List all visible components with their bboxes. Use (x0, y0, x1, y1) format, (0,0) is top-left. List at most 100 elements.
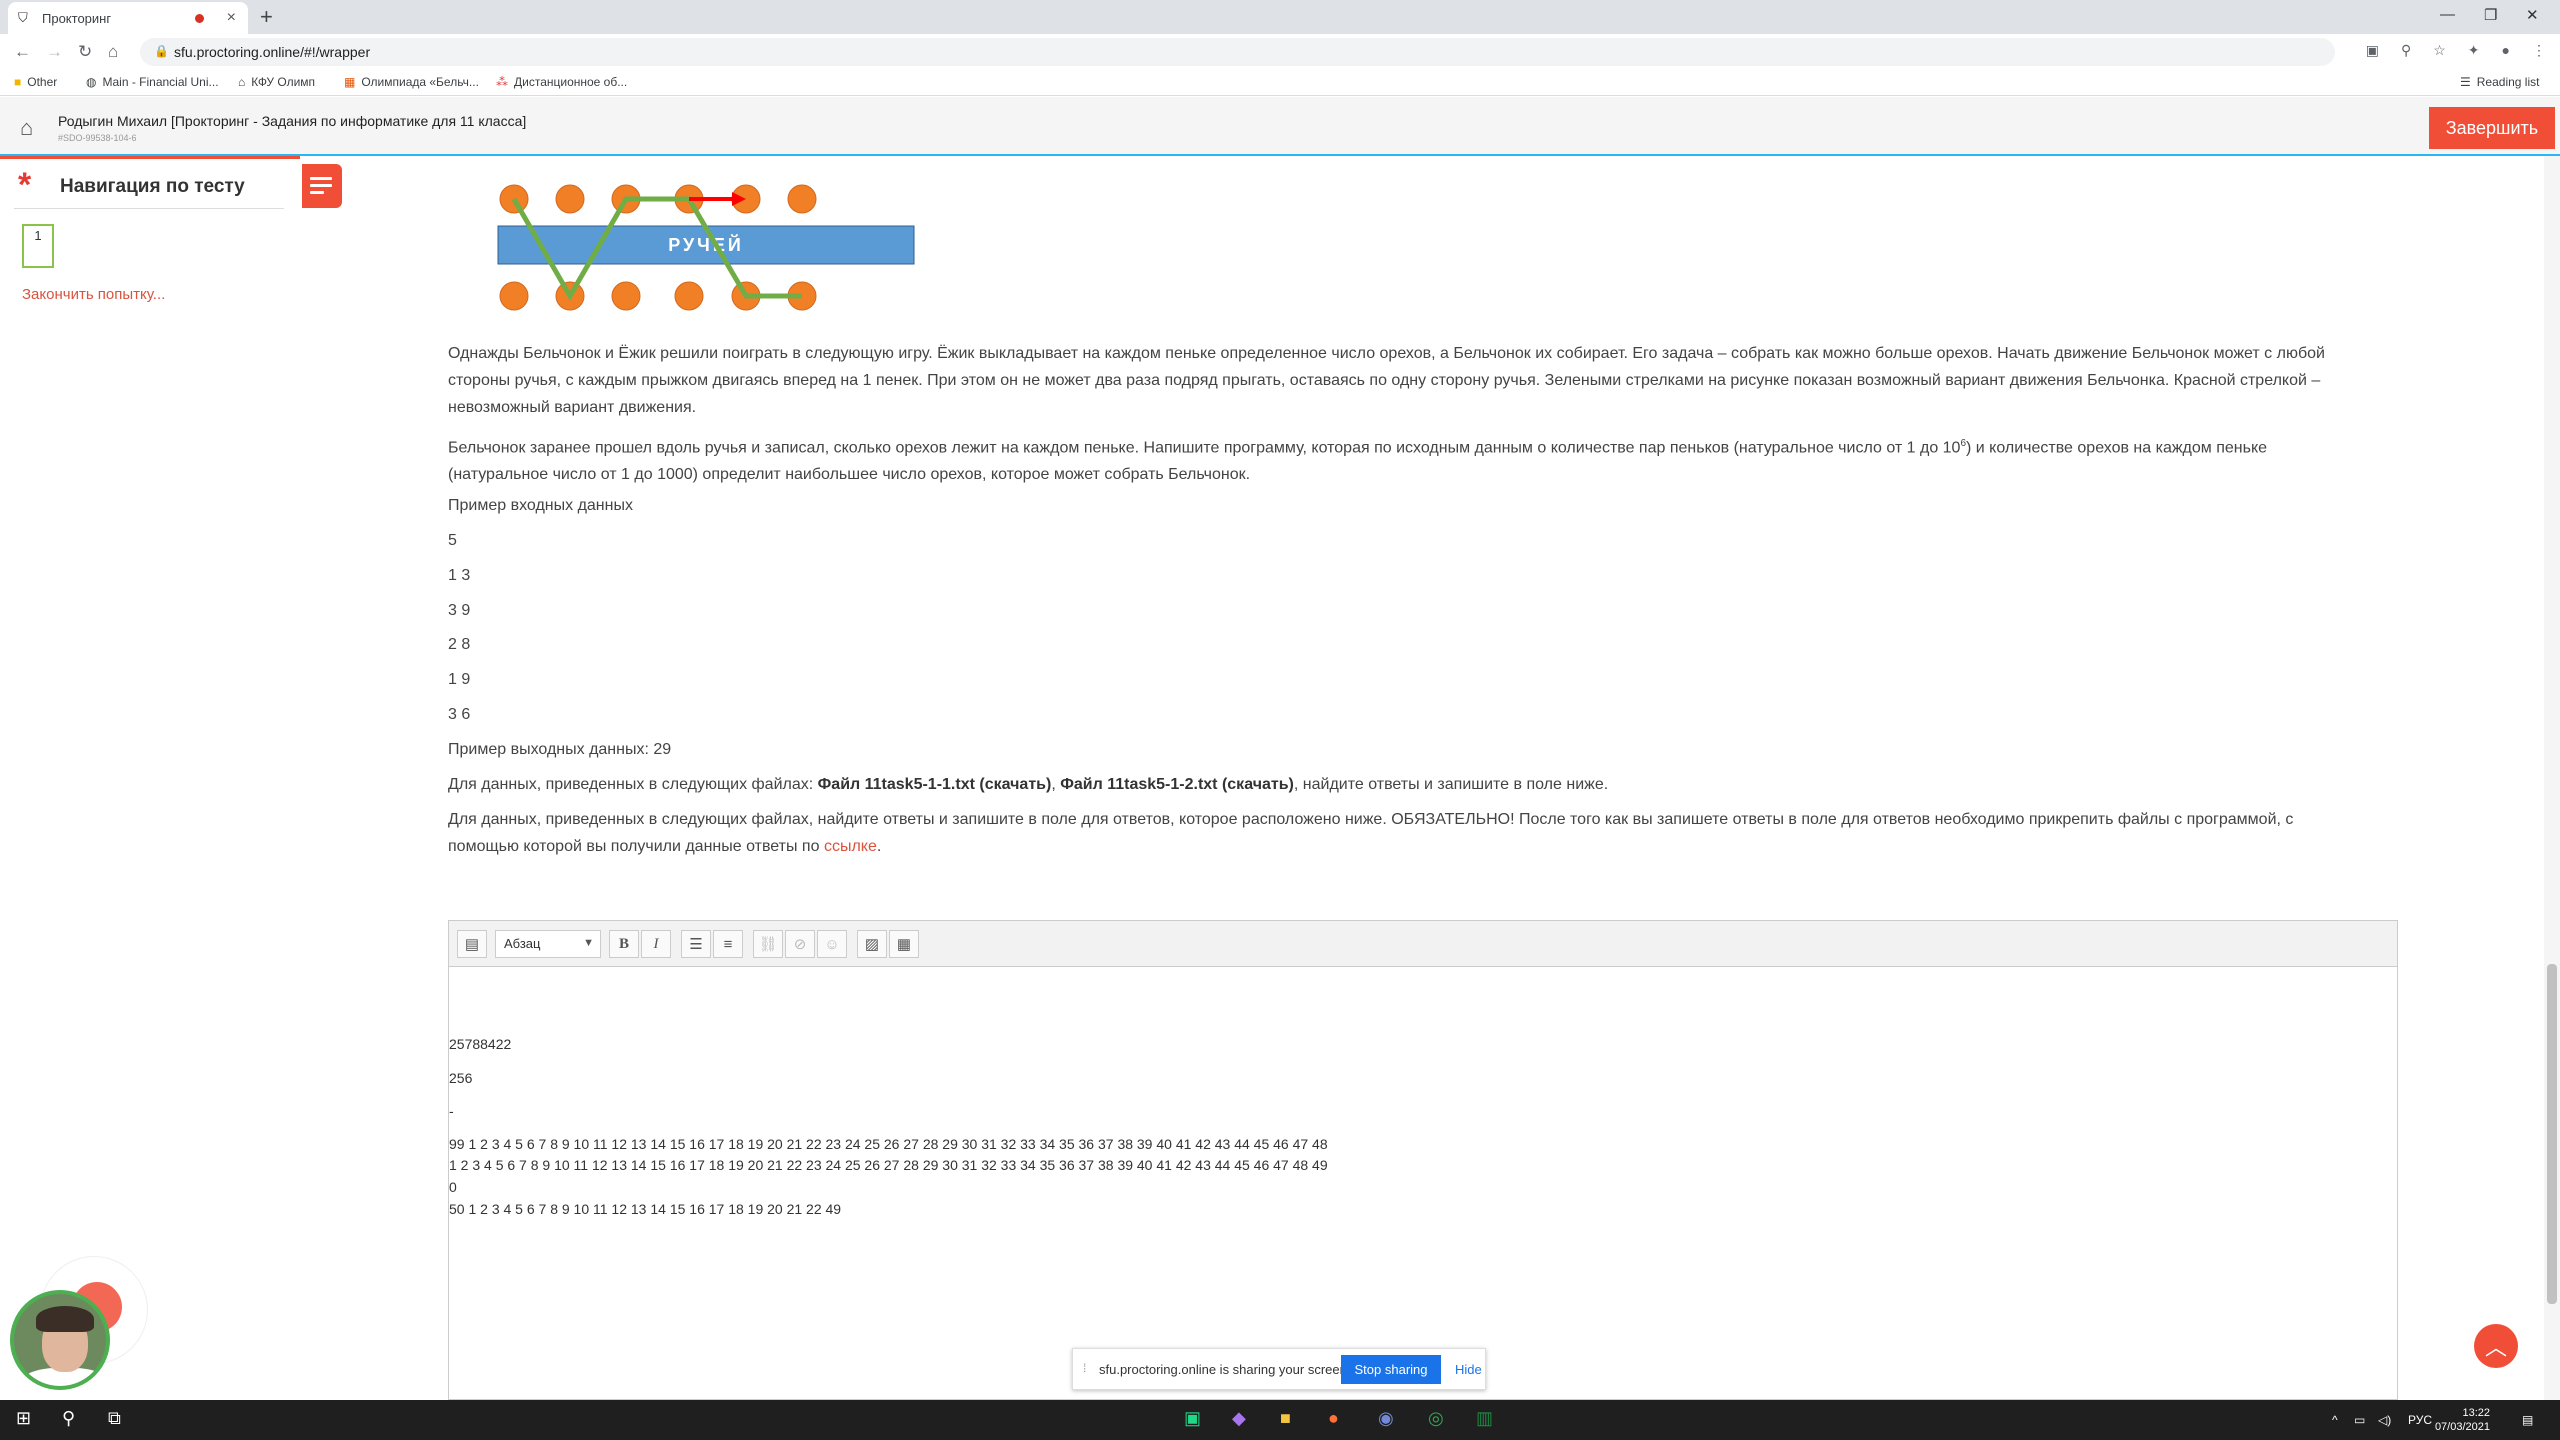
globe-icon: ◍ (86, 75, 97, 89)
image-button[interactable]: ▨ (857, 930, 887, 958)
star-icon[interactable]: ☆ (2433, 42, 2446, 59)
answer-line: 99 1 2 3 4 5 6 7 8 9 10 11 12 13 14 15 1… (449, 1136, 1328, 1152)
close-window-icon[interactable]: ✕ (2526, 6, 2539, 24)
tab-title: Прокторинг (42, 10, 112, 26)
clock[interactable]: 13:22 07/03/2021 (2435, 1406, 2490, 1434)
scroll-to-top-button[interactable]: ︿ (2474, 1324, 2518, 1368)
chrome-icon[interactable]: ◎ (1428, 1408, 1444, 1429)
reading-list-icon: ☰ (2460, 75, 2471, 89)
extensions-icon[interactable]: ✦ (2468, 42, 2480, 59)
question-button-1[interactable]: 1 (22, 224, 54, 268)
bullet-list-button[interactable]: ☰ (681, 930, 711, 958)
folder-icon: ■ (14, 75, 22, 89)
answer-editor: ▤ Абзац ▼ B I ☰ ≡ ⛓ ⊘ ☺ ▨ ▦ 25788422 256… (448, 920, 2398, 1400)
windows-start-icon[interactable]: ⊞ (16, 1408, 31, 1429)
reading-list[interactable]: ☰ Reading list (2460, 75, 2539, 89)
input-example-label: Пример входных данных (448, 497, 633, 514)
input-line: 3 9 (448, 602, 471, 619)
asterisk-icon: * (18, 166, 32, 204)
drawer-toggle-button[interactable] (302, 164, 342, 208)
menu-icon[interactable]: ⋮ (2532, 42, 2546, 59)
screen-share-bar: ⁞ sfu.proctoring.online is sharing your … (1072, 1348, 1486, 1390)
bookmarks-bar: ■ Other ◍ Main - Financial Uni... ⌂ КФУ … (0, 70, 2560, 96)
finish-attempt-link[interactable]: Закончить попытку... (22, 286, 165, 303)
restore-icon[interactable]: ❐ (2484, 6, 2497, 24)
stream-label: РУЧЕЙ (668, 234, 744, 255)
nav-title: Навигация по тесту (60, 176, 245, 197)
webcam-preview[interactable] (10, 1290, 110, 1390)
finish-button[interactable]: Завершить (2429, 107, 2555, 149)
file-explorer-icon[interactable]: ■ (1280, 1408, 1291, 1429)
download-link-1[interactable]: скачать (985, 776, 1046, 793)
bookmark-item[interactable]: ■ Other (14, 75, 57, 89)
input-line: 5 (448, 532, 457, 549)
visual-studio-icon[interactable]: ◆ (1232, 1408, 1246, 1429)
close-tab-icon[interactable]: × (227, 9, 236, 27)
page-scrollbar[interactable] (2544, 156, 2560, 1400)
page-title: Родыгин Михаил [Прокторинг - Задания по … (58, 113, 527, 129)
stream-diagram: РУЧЕЙ (497, 184, 915, 311)
file1-name: Файл 11task5-1-1.txt (817, 776, 975, 793)
hide-button[interactable]: Hide (1455, 1362, 1482, 1377)
app-header: ⌂ Родыгин Михаил [Прокторинг - Задания п… (0, 97, 2560, 156)
address-bar: ← → ↻ ⌂ 🔒 sfu.proctoring.online/#!/wrapp… (0, 34, 2560, 70)
new-tab-icon[interactable]: + (260, 4, 273, 30)
answer-line: 25788422 (449, 1036, 512, 1052)
drag-handle-icon[interactable]: ⁞ (1083, 1361, 1086, 1375)
reload-icon[interactable]: ↻ (78, 42, 92, 62)
scrollbar-thumb[interactable] (2547, 964, 2557, 1304)
language-indicator[interactable]: РУС (2408, 1413, 2432, 1427)
files-paragraph: Для данных, приведенных в следующих файл… (448, 776, 1609, 793)
upload-link[interactable]: ссылке (824, 838, 877, 855)
answer-line: 0 (449, 1179, 457, 1195)
download-link-2[interactable]: скачать (1227, 776, 1288, 793)
answer-line: 256 (449, 1070, 473, 1086)
divider (14, 208, 284, 209)
session-id: #SDO-99538-104-6 (58, 133, 137, 143)
task-view-icon[interactable]: ⧉ (108, 1408, 121, 1429)
home-icon[interactable]: ⌂ (108, 42, 118, 62)
url-text: sfu.proctoring.online/#!/wrapper (174, 44, 371, 60)
output-example: Пример выходных данных: 29 (448, 741, 672, 758)
toolbar-toggle-button[interactable]: ▤ (457, 930, 487, 958)
excel-icon[interactable]: ▥ (1476, 1408, 1493, 1429)
bold-button[interactable]: B (609, 930, 639, 958)
profile-icon[interactable]: ● (2502, 42, 2510, 59)
forward-icon[interactable]: → (46, 42, 63, 62)
bookmark-item[interactable]: ⌂ КФУ Олимп (238, 75, 315, 89)
bookmark-item[interactable]: ▦ Олимпиада «Бельч... (344, 75, 479, 89)
problem-paragraph-2: Бельчонок заранее прошел вдоль ручья и з… (448, 438, 2268, 484)
discord-icon[interactable]: ◉ (1378, 1408, 1394, 1429)
link-button[interactable]: ⛓ (753, 930, 783, 958)
nav-accent-line (0, 156, 300, 159)
zoom-icon[interactable]: ⚲ (2401, 42, 2411, 59)
format-select[interactable]: Абзац ▼ (495, 930, 601, 958)
italic-button[interactable]: I (641, 930, 671, 958)
chevron-down-icon: ▼ (583, 937, 594, 949)
bookmark-item[interactable]: ◍ Main - Financial Uni... (86, 75, 219, 89)
numbered-list-button[interactable]: ≡ (713, 930, 743, 958)
problem-paragraph: Однажды Бельчонок и Ёжик решили поиграть… (448, 345, 2325, 416)
minimize-icon[interactable]: — (2440, 6, 2455, 23)
url-field[interactable]: 🔒 sfu.proctoring.online/#!/wrapper (140, 38, 2335, 66)
media-button[interactable]: ▦ (889, 930, 919, 958)
file2-name: Файл 11task5-1-2.txt (1060, 776, 1218, 793)
input-line: 2 8 (448, 636, 471, 653)
camera-icon[interactable]: ▣ (2366, 42, 2379, 59)
browser-tab[interactable]: ⛉ Прокторинг × (8, 2, 248, 34)
back-icon[interactable]: ← (14, 42, 31, 62)
volume-icon[interactable]: ◁) (2378, 1413, 2391, 1427)
notifications-icon[interactable]: ▤ (2522, 1413, 2533, 1427)
unlink-button[interactable]: ⊘ (785, 930, 815, 958)
tray-chevron-icon[interactable]: ^ (2332, 1413, 2338, 1427)
emoji-button[interactable]: ☺ (817, 930, 847, 958)
firefox-icon[interactable]: ● (1328, 1408, 1339, 1429)
input-line: 3 6 (448, 706, 471, 723)
stop-sharing-button[interactable]: Stop sharing (1341, 1355, 1441, 1384)
bookmark-item[interactable]: ⁂ Дистанционное об... (496, 75, 627, 89)
editor-body[interactable]: 25788422 256 - 99 1 2 3 4 5 6 7 8 9 10 1… (449, 968, 2397, 1398)
search-icon[interactable]: ⚲ (62, 1408, 75, 1429)
pycharm-icon[interactable]: ▣ (1184, 1408, 1201, 1429)
home-icon[interactable]: ⌂ (20, 115, 33, 141)
network-icon[interactable]: ▭ (2354, 1413, 2365, 1427)
